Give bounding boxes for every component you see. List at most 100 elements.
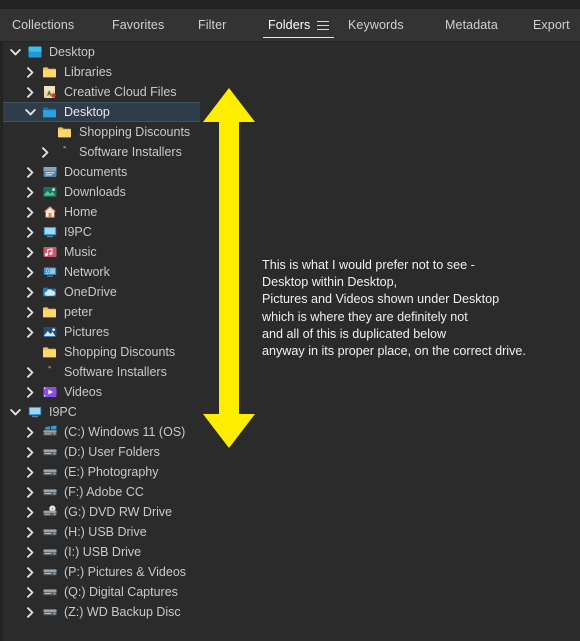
tree-row-label: Desktop [64, 105, 110, 119]
tree-row-label: Home [64, 205, 98, 219]
annotation-line: which is where they are definitely not [262, 309, 468, 324]
chevron-down-icon[interactable] [9, 402, 22, 422]
tab-label: Collections [12, 18, 75, 32]
hamburger-icon[interactable] [317, 20, 330, 30]
tree-row-label: Music [64, 245, 97, 259]
folders-panel-window: Collections Favorites Filter Folders Keyword… [0, 0, 580, 641]
tree-row[interactable]: Creative Cloud Files [3, 82, 580, 102]
pc-monitor-icon [27, 404, 43, 420]
drive-icon [42, 604, 58, 620]
chevron-right-icon[interactable] [24, 422, 37, 442]
tree-row-label: Network [64, 265, 110, 279]
chevron-right-icon[interactable] [24, 82, 37, 102]
dvd-drive-icon [42, 504, 58, 520]
window-top-strip [0, 0, 580, 9]
tree-row[interactable]: I9PC [3, 222, 580, 242]
chevron-right-icon[interactable] [24, 502, 37, 522]
tree-row[interactable]: Software Installers [3, 142, 580, 162]
tree-row[interactable]: (H:) USB Drive [3, 522, 580, 542]
chevron-right-icon[interactable] [24, 542, 37, 562]
tab-export[interactable]: Export [531, 13, 572, 37]
tab-collections[interactable]: Collections [10, 13, 76, 37]
tiny-dot-icon [42, 364, 58, 380]
tree-row-label: (C:) Windows 11 (OS) [64, 425, 186, 439]
desktop-blue-icon [27, 44, 43, 60]
chevron-right-icon[interactable] [24, 382, 37, 402]
tree-row-label: (H:) USB Drive [64, 525, 147, 539]
tree-row-label: Documents [64, 165, 128, 179]
tree-row-label: I9PC [49, 405, 77, 419]
tree-row-label: (D:) User Folders [64, 445, 160, 459]
tab-keywords[interactable]: Keywords [346, 13, 406, 37]
pc-monitor-icon [42, 224, 58, 240]
chevron-right-icon[interactable] [39, 142, 52, 162]
tree-row-label: (G:) DVD RW Drive [64, 505, 173, 519]
tree-row[interactable]: (P:) Pictures & Videos [3, 562, 580, 582]
tree-row-label: Shopping Discounts [64, 345, 176, 359]
chevron-right-icon[interactable] [24, 302, 37, 322]
folder-yellow-icon [57, 124, 73, 140]
chevron-down-icon[interactable] [24, 102, 37, 122]
chevron-right-icon[interactable] [24, 202, 37, 222]
tree-row[interactable]: (Q:) Digital Captures [3, 582, 580, 602]
onedrive-icon [42, 284, 58, 300]
tree-row[interactable]: Home [3, 202, 580, 222]
tree-row[interactable]: (D:) User Folders [3, 442, 580, 462]
chevron-right-icon[interactable] [24, 562, 37, 582]
chevron-right-icon[interactable] [24, 462, 37, 482]
tree-row[interactable]: (C:) Windows 11 (OS) [3, 422, 580, 442]
folder-yellow-icon [42, 304, 58, 320]
tree-row-label: I9PC [64, 225, 92, 239]
chevron-right-icon[interactable] [24, 162, 37, 182]
tree-row-label: (F:) Adobe CC [64, 485, 144, 499]
tree-row[interactable]: Desktop [3, 42, 580, 62]
annotation-line: and all of this is duplicated below [262, 326, 447, 341]
tree-row[interactable]: Libraries [3, 62, 580, 82]
tab-label: Export [533, 18, 570, 32]
tab-label: Favorites [112, 18, 165, 32]
tree-row-label: (Z:) WD Backup Disc [64, 605, 181, 619]
tab-metadata[interactable]: Metadata [443, 13, 500, 37]
tree-row-label: (E:) Photography [64, 465, 159, 479]
tree-row[interactable]: (Z:) WD Backup Disc [3, 602, 580, 622]
chevron-right-icon[interactable] [24, 62, 37, 82]
tree-row[interactable]: Desktop [3, 102, 200, 122]
tab-filter[interactable]: Filter [196, 13, 228, 37]
tab-folders[interactable]: Folders [263, 13, 335, 38]
tree-row[interactable]: Software Installers [3, 362, 580, 382]
drive-icon [42, 524, 58, 540]
tree-row[interactable]: (E:) Photography [3, 462, 580, 482]
tab-favorites[interactable]: Favorites [110, 13, 166, 37]
tree-row[interactable]: Downloads [3, 182, 580, 202]
chevron-right-icon[interactable] [24, 322, 37, 342]
chevron-right-icon[interactable] [24, 442, 37, 462]
chevron-right-icon[interactable] [24, 262, 37, 282]
chevron-right-icon[interactable] [24, 222, 37, 242]
network-icon [42, 264, 58, 280]
chevron-right-icon[interactable] [24, 582, 37, 602]
tree-row[interactable]: Videos [3, 382, 580, 402]
annotation-line: anyway in its proper place, on the corre… [262, 344, 526, 359]
tree-row[interactable]: I9PC [3, 402, 580, 422]
tree-row[interactable]: (I:) USB Drive [3, 542, 580, 562]
tab-label: Folders [268, 18, 311, 32]
chevron-right-icon[interactable] [24, 522, 37, 542]
tree-row[interactable]: Documents [3, 162, 580, 182]
chevron-right-icon[interactable] [24, 602, 37, 622]
chevron-right-icon[interactable] [24, 282, 37, 302]
chevron-down-icon[interactable] [9, 42, 22, 62]
chevron-right-icon[interactable] [24, 242, 37, 262]
chevron-right-icon[interactable] [24, 362, 37, 382]
double-headed-vertical-arrow [203, 88, 255, 448]
drive-icon [42, 464, 58, 480]
tree-row[interactable]: (F:) Adobe CC [3, 482, 580, 502]
chevron-right-icon[interactable] [24, 482, 37, 502]
videos-icon [42, 384, 58, 400]
tree-row[interactable]: Shopping Discounts [3, 122, 580, 142]
tree-row[interactable]: (G:) DVD RW Drive [3, 502, 580, 522]
active-tab-underline [263, 37, 335, 38]
folder-blue-icon [42, 104, 58, 120]
music-icon [42, 244, 58, 260]
chevron-right-icon[interactable] [24, 182, 37, 202]
drive-windows-icon [42, 424, 58, 440]
